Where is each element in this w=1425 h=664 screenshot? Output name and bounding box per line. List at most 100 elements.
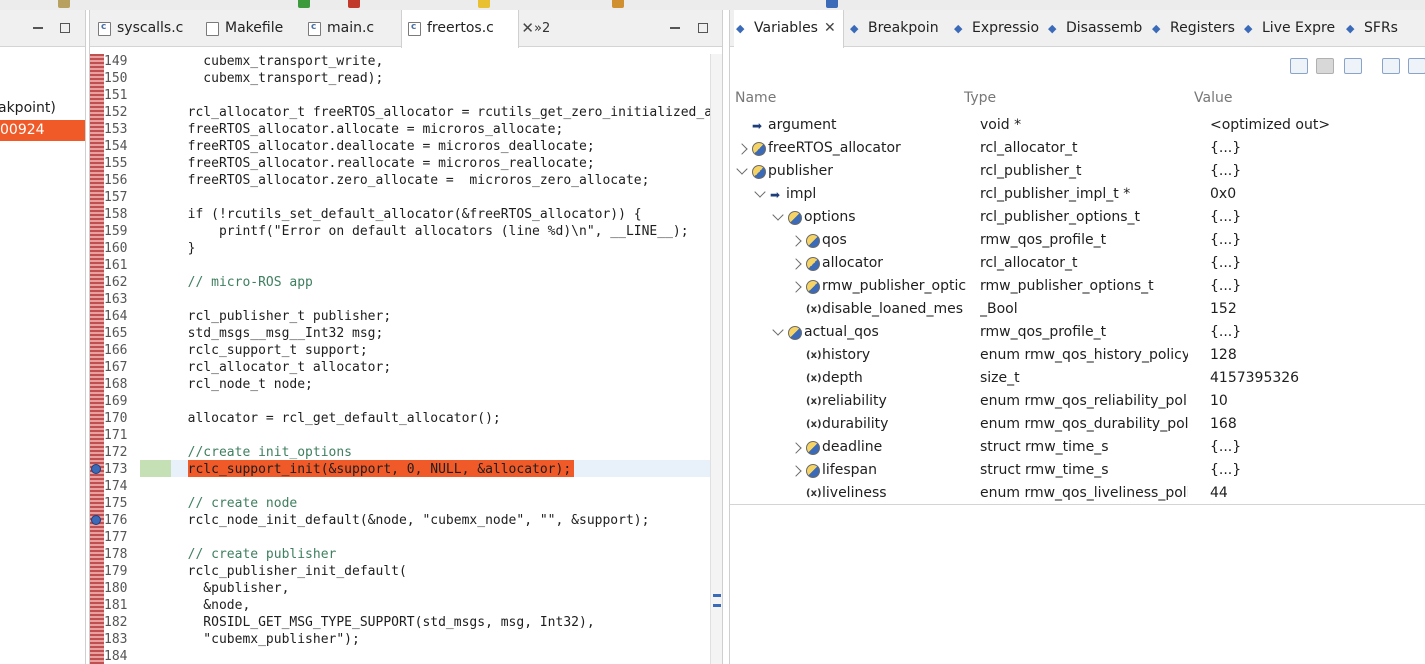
code-line[interactable]: allocator = rcl_get_default_allocator(); bbox=[172, 411, 501, 426]
code-line[interactable]: printf("Error on default allocators (lin… bbox=[172, 224, 689, 239]
code-line[interactable]: &node, bbox=[172, 598, 250, 613]
code-line[interactable]: rclc_support_t support; bbox=[172, 343, 368, 358]
code-line[interactable]: //create init_options bbox=[172, 445, 352, 460]
tab-sfrs[interactable]: ◆ SFRs bbox=[1344, 10, 1404, 47]
tab-registers[interactable]: ◆ Registers bbox=[1150, 10, 1238, 47]
code-line[interactable]: freeRTOS_allocator.reallocate = microros… bbox=[172, 156, 595, 171]
code-line[interactable]: cubemx_transport_write, bbox=[172, 54, 383, 69]
tab-main[interactable]: main.c bbox=[302, 10, 398, 47]
code-line[interactable]: rcl_allocator_t freeRTOS_allocator = rcu… bbox=[172, 105, 720, 120]
code-line[interactable]: ROSIDL_GET_MSG_TYPE_SUPPORT(std_msgs, ms… bbox=[172, 615, 594, 630]
tab-expressions[interactable]: ◆ Expressio bbox=[952, 10, 1042, 47]
maximize-icon[interactable] bbox=[60, 23, 70, 33]
show-type-names-icon[interactable] bbox=[1316, 58, 1334, 74]
variable-value[interactable]: 168 bbox=[1210, 416, 1237, 432]
tab-breakpoints[interactable]: ◆ Breakpoin bbox=[848, 10, 948, 47]
tab-variables[interactable]: ◆ Variables ✕ bbox=[734, 10, 844, 48]
overview-marker[interactable] bbox=[713, 594, 721, 597]
variable-row[interactable]: (x) liveliness enum rmw_qos_liveliness_pol… bbox=[730, 483, 1425, 506]
maximize-icon[interactable] bbox=[698, 23, 708, 33]
chevron-right-icon[interactable] bbox=[790, 465, 802, 477]
editor-overview-ruler[interactable] bbox=[710, 54, 722, 664]
chevron-right-icon[interactable] bbox=[790, 235, 802, 247]
close-tab-icon[interactable]: ✕ bbox=[824, 20, 836, 36]
tab-overflow-button[interactable]: »2 bbox=[534, 10, 550, 47]
detail-pane-divider[interactable] bbox=[730, 504, 1425, 505]
code-line[interactable]: freeRTOS_allocator.deallocate = microros… bbox=[172, 139, 595, 154]
variable-value[interactable]: {...} bbox=[1210, 462, 1241, 478]
breakpoint-icon[interactable] bbox=[91, 515, 101, 525]
tab-freertos[interactable]: freertos.c ✕ bbox=[401, 10, 534, 48]
code-line[interactable]: std_msgs__msg__Int32 msg; bbox=[172, 326, 384, 341]
code-line[interactable]: rclc_support_init(&support, 0, NULL, &al… bbox=[172, 462, 572, 477]
variable-value[interactable]: 0x0 bbox=[1210, 186, 1236, 202]
variable-row[interactable]: actual_qos rmw_qos_profile_t {...} bbox=[730, 322, 1425, 345]
toolbar-stop-icon[interactable] bbox=[348, 0, 360, 8]
variable-value[interactable]: 152 bbox=[1210, 301, 1237, 317]
variable-value[interactable]: {...} bbox=[1210, 209, 1241, 225]
variable-row[interactable]: freeRTOS_allocator rcl_allocator_t {...} bbox=[730, 138, 1425, 161]
chevron-down-icon[interactable] bbox=[772, 209, 784, 221]
variable-row[interactable]: qos rmw_qos_profile_t {...} bbox=[730, 230, 1425, 253]
collapse-all-icon[interactable] bbox=[1290, 58, 1308, 74]
variable-row[interactable]: rmw_publisher_optic rmw_publisher_options… bbox=[730, 276, 1425, 299]
code-line[interactable]: if (!rcutils_set_default_allocator(&free… bbox=[172, 207, 642, 222]
new-view-icon[interactable] bbox=[1382, 58, 1400, 74]
variable-row[interactable]: (x) reliability enum rmw_qos_reliability_p… bbox=[730, 391, 1425, 414]
minimize-icon[interactable] bbox=[670, 23, 680, 29]
chevron-down-icon[interactable] bbox=[754, 186, 766, 198]
variable-value[interactable]: 128 bbox=[1210, 347, 1237, 363]
code-line[interactable]: &publisher, bbox=[172, 581, 289, 596]
variable-row[interactable]: publisher rcl_publisher_t {...} bbox=[730, 161, 1425, 184]
variable-row[interactable]: options rcl_publisher_options_t {...} bbox=[730, 207, 1425, 230]
tab-makefile[interactable]: Makefile bbox=[200, 10, 298, 47]
chevron-right-icon[interactable] bbox=[790, 442, 802, 454]
variable-value[interactable]: {...} bbox=[1210, 163, 1241, 179]
chevron-down-icon[interactable] bbox=[736, 163, 748, 175]
breakpoint-icon[interactable] bbox=[91, 464, 101, 474]
variable-row[interactable]: lifespan struct rmw_time_s {...} bbox=[730, 460, 1425, 483]
variable-value[interactable]: {...} bbox=[1210, 278, 1241, 294]
chevron-right-icon[interactable] bbox=[790, 258, 802, 270]
code-line[interactable]: // micro-ROS app bbox=[172, 275, 313, 290]
code-line[interactable]: rclc_publisher_init_default( bbox=[172, 564, 407, 579]
chevron-down-icon[interactable] bbox=[772, 324, 784, 336]
code-line[interactable]: rcl_publisher_t publisher; bbox=[172, 309, 392, 324]
variable-row[interactable]: ➡ impl rcl_publisher_impl_t * 0x0 bbox=[730, 184, 1425, 207]
layout-icon[interactable] bbox=[1344, 58, 1362, 74]
chevron-right-icon[interactable] bbox=[790, 281, 802, 293]
code-line[interactable]: // create publisher bbox=[172, 547, 337, 562]
variable-value[interactable]: <optimized out> bbox=[1210, 117, 1330, 133]
variable-row[interactable]: (x) depth size_t 4157395326 bbox=[730, 368, 1425, 391]
toolbar-debug-icon[interactable] bbox=[58, 0, 70, 8]
variable-row[interactable]: (x) history enum rmw_qos_history_policy_ 12… bbox=[730, 345, 1425, 368]
toolbar-step-icon[interactable] bbox=[478, 0, 490, 8]
code-line[interactable]: freeRTOS_allocator.zero_allocate = micro… bbox=[172, 173, 650, 188]
column-header-name[interactable]: Name bbox=[735, 90, 776, 106]
variable-value[interactable]: 44 bbox=[1210, 485, 1228, 501]
variable-value[interactable]: {...} bbox=[1210, 232, 1241, 248]
code-line[interactable]: // create node bbox=[172, 496, 298, 511]
selected-stack-frame[interactable]: 00924 bbox=[0, 120, 85, 141]
variable-value[interactable]: {...} bbox=[1210, 140, 1241, 156]
pin-icon[interactable] bbox=[1408, 58, 1425, 74]
code-line[interactable]: freeRTOS_allocator.allocate = microros_a… bbox=[172, 122, 564, 137]
tab-live-expressions[interactable]: ◆ Live Expre bbox=[1242, 10, 1340, 47]
toolbar-run-icon[interactable] bbox=[298, 0, 310, 8]
code-editor[interactable]: syscalls.c Makefile main.c freertos.c ✕ … bbox=[89, 10, 723, 664]
code-line[interactable]: } bbox=[172, 241, 196, 256]
tab-disassembly[interactable]: ◆ Disassemb bbox=[1046, 10, 1146, 47]
variable-value[interactable]: 4157395326 bbox=[1210, 370, 1299, 386]
variable-value[interactable]: {...} bbox=[1210, 255, 1241, 271]
variable-value[interactable]: 10 bbox=[1210, 393, 1228, 409]
toolbar-nav-back-icon[interactable] bbox=[612, 0, 624, 8]
code-line[interactable]: rcl_allocator_t allocator; bbox=[172, 360, 392, 375]
code-line[interactable]: "cubemx_publisher"); bbox=[172, 632, 360, 647]
variable-row[interactable]: deadline struct rmw_time_s {...} bbox=[730, 437, 1425, 460]
variable-row[interactable]: (x) durability enum rmw_qos_durability_pol… bbox=[730, 414, 1425, 437]
variable-row[interactable]: (x) disable_loaned_mes _Bool 152 bbox=[730, 299, 1425, 322]
code-line[interactable]: rclc_node_init_default(&node, "cubemx_no… bbox=[172, 513, 650, 528]
tab-syscalls[interactable]: syscalls.c bbox=[92, 10, 196, 47]
close-tab-icon[interactable]: ✕ bbox=[521, 10, 534, 47]
variable-value[interactable]: {...} bbox=[1210, 324, 1241, 340]
